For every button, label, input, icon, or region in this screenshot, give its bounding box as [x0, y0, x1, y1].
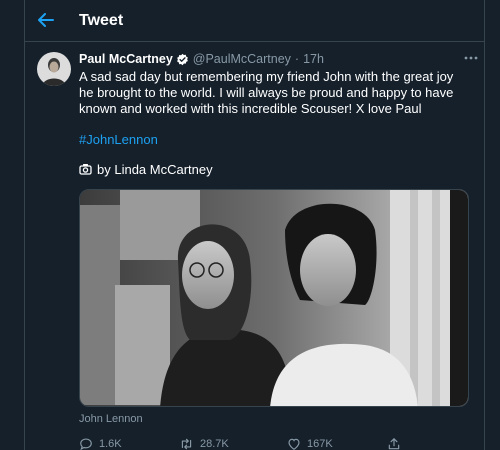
tweet-actions: 1.6K 28.7K 167K — [79, 435, 475, 450]
reply-count: 1.6K — [99, 438, 122, 450]
back-arrow-icon — [38, 13, 54, 27]
retweet-icon — [181, 438, 192, 450]
more-options-icon[interactable] — [461, 50, 481, 66]
page-title: Tweet — [79, 12, 124, 29]
image-caption: John Lennon — [79, 413, 143, 425]
meta-separator: · — [294, 52, 300, 66]
back-button[interactable] — [33, 7, 59, 33]
tweet-text: A sad sad day but remembering my friend … — [79, 69, 454, 116]
tweet-time[interactable]: 17h — [303, 52, 324, 66]
retweet-button[interactable]: 28.7K — [179, 437, 287, 450]
like-button[interactable]: 167K — [287, 437, 387, 450]
tweet-meta: Paul McCartney @PaulMcCartney · 17h — [79, 50, 478, 68]
hashtag-link[interactable]: #JohnLennon — [79, 132, 158, 147]
tweet-page: Tweet Paul McCartney @PaulMcCartney · 17… — [24, 0, 485, 450]
author-handle[interactable]: @PaulMcCartney — [193, 52, 291, 66]
heart-icon — [288, 438, 300, 450]
verified-badge-icon — [176, 53, 189, 66]
like-count: 167K — [307, 438, 333, 450]
retweet-count: 28.7K — [200, 438, 229, 450]
share-button[interactable] — [387, 437, 407, 450]
share-icon — [388, 438, 400, 450]
tweet-content: Paul McCartney @PaulMcCartney · 17h A sa… — [79, 50, 478, 450]
reply-icon — [80, 438, 92, 450]
page-header: Tweet — [25, 0, 484, 42]
reply-button[interactable]: 1.6K — [79, 437, 179, 450]
tweet-photo[interactable] — [79, 189, 469, 407]
avatar[interactable] — [37, 52, 71, 86]
author-name[interactable]: Paul McCartney — [79, 52, 173, 66]
photo-credit: by Linda McCartney — [79, 161, 475, 177]
camera-icon — [79, 163, 92, 175]
photo-credit-text: by Linda McCartney — [97, 161, 213, 177]
